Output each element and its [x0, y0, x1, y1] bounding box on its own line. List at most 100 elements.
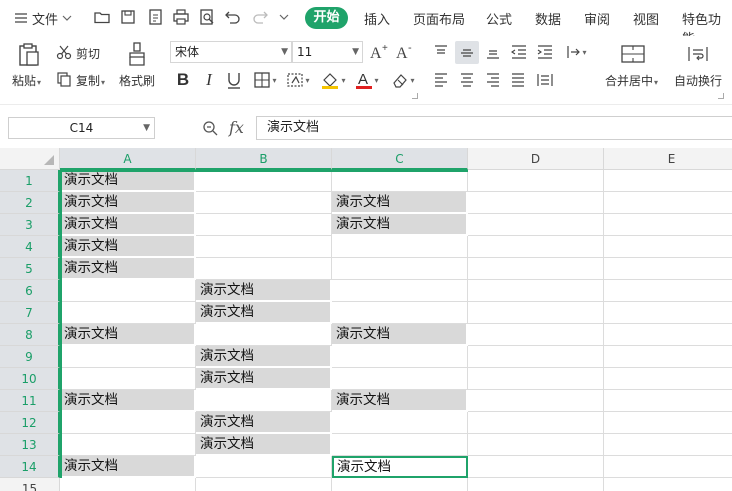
cell-c1[interactable]: [332, 170, 468, 192]
cell-e1[interactable]: [604, 170, 732, 192]
cell-b2[interactable]: [196, 192, 332, 214]
cell-a4[interactable]: 演示文档: [60, 236, 196, 258]
wrap-text-button[interactable]: 自动换行: [674, 72, 722, 89]
cell-b3[interactable]: [196, 214, 332, 236]
cell-a2[interactable]: 演示文档: [60, 192, 196, 214]
cell-b12[interactable]: 演示文档: [196, 412, 332, 434]
cell-c6[interactable]: [332, 280, 468, 302]
cell-a10[interactable]: [60, 368, 196, 390]
format-painter-button[interactable]: 格式刷: [119, 72, 155, 89]
clear-format-icon[interactable]: ▾: [388, 70, 418, 90]
export-pdf-icon[interactable]: [146, 8, 164, 26]
cell-d10[interactable]: [468, 368, 604, 390]
cell-c14[interactable]: 演示文档: [332, 456, 468, 478]
cell-c15[interactable]: [332, 478, 468, 491]
redo-icon[interactable]: [251, 8, 269, 26]
cell-b10[interactable]: 演示文档: [196, 368, 332, 390]
bold-icon[interactable]: B: [173, 70, 193, 90]
merge-center-button[interactable]: 合并居中▾: [605, 72, 658, 89]
underline-icon[interactable]: [224, 70, 244, 90]
cell-a12[interactable]: [60, 412, 196, 434]
cell-a8[interactable]: 演示文档: [60, 324, 196, 346]
cell-c10[interactable]: [332, 368, 468, 390]
cell-c11[interactable]: 演示文档: [332, 390, 468, 412]
zoom-search-icon[interactable]: [202, 120, 218, 139]
cell-a13[interactable]: [60, 434, 196, 456]
tab-page-layout[interactable]: 页面布局: [413, 9, 465, 28]
cell-style-icon[interactable]: ▾: [284, 70, 312, 90]
tab-home[interactable]: 开始: [305, 7, 348, 29]
cell-b5[interactable]: [196, 258, 332, 280]
undo-icon[interactable]: [224, 8, 242, 26]
cell-e10[interactable]: [604, 368, 732, 390]
font-dialog-launcher[interactable]: [412, 93, 418, 99]
row-header-2[interactable]: 2: [0, 192, 60, 214]
paste-icon[interactable]: [14, 40, 44, 70]
align-top-icon[interactable]: [431, 42, 451, 62]
alignment-dialog-launcher[interactable]: [718, 93, 724, 99]
cell-a11[interactable]: 演示文档: [60, 390, 196, 412]
select-all-corner[interactable]: [0, 148, 60, 170]
row-header-4[interactable]: 4: [0, 236, 60, 258]
column-header-e[interactable]: E: [604, 148, 732, 170]
cell-e2[interactable]: [604, 192, 732, 214]
copy-button[interactable]: 复制▾: [76, 72, 105, 89]
cell-d8[interactable]: [468, 324, 604, 346]
text-direction-icon[interactable]: ▾: [562, 42, 590, 62]
cell-e6[interactable]: [604, 280, 732, 302]
cell-a5[interactable]: 演示文档: [60, 258, 196, 280]
cell-e13[interactable]: [604, 434, 732, 456]
cell-c2[interactable]: 演示文档: [332, 192, 468, 214]
more-icon[interactable]: [277, 8, 291, 26]
cell-e7[interactable]: [604, 302, 732, 324]
increase-font-size-icon[interactable]: A +: [369, 42, 389, 62]
tab-insert[interactable]: 插入: [364, 9, 390, 28]
cell-e12[interactable]: [604, 412, 732, 434]
cell-e9[interactable]: [604, 346, 732, 368]
cell-b14[interactable]: [196, 456, 332, 478]
cell-d1[interactable]: [468, 170, 604, 192]
cell-b8[interactable]: [196, 324, 332, 346]
row-header-1[interactable]: 1: [0, 170, 60, 192]
font-name-select[interactable]: 宋体 ▼: [170, 41, 292, 63]
distributed-align-icon[interactable]: [534, 70, 556, 90]
cell-b9[interactable]: 演示文档: [196, 346, 332, 368]
cell-b6[interactable]: 演示文档: [196, 280, 332, 302]
column-header-c[interactable]: C: [332, 148, 468, 170]
cell-d15[interactable]: [468, 478, 604, 491]
borders-icon[interactable]: ▾: [251, 70, 279, 90]
cell-d6[interactable]: [468, 280, 604, 302]
tab-view[interactable]: 视图: [633, 9, 659, 28]
increase-indent-icon[interactable]: [534, 42, 556, 62]
cell-d14[interactable]: [468, 456, 604, 478]
cell-c12[interactable]: [332, 412, 468, 434]
cell-d4[interactable]: [468, 236, 604, 258]
cell-e4[interactable]: [604, 236, 732, 258]
row-header-13[interactable]: 13: [0, 434, 60, 456]
font-color-icon[interactable]: A ▾: [353, 70, 381, 90]
cell-d11[interactable]: [468, 390, 604, 412]
tab-formulas[interactable]: 公式: [486, 9, 512, 28]
cell-d5[interactable]: [468, 258, 604, 280]
align-right-icon[interactable]: [483, 70, 503, 90]
column-header-d[interactable]: D: [468, 148, 604, 170]
align-middle-icon[interactable]: [455, 41, 479, 64]
column-header-b[interactable]: B: [196, 148, 332, 170]
cell-c7[interactable]: [332, 302, 468, 324]
cell-c13[interactable]: [332, 434, 468, 456]
cell-c3[interactable]: 演示文档: [332, 214, 468, 236]
cell-a7[interactable]: [60, 302, 196, 324]
open-folder-icon[interactable]: [93, 8, 111, 26]
spreadsheet-grid[interactable]: A B C D E 1 演示文档 2 演示文档 演示文档 3 演示文档 演示文档 4 演示文档 5 演示文档 6 演…: [0, 148, 732, 491]
row-header-6[interactable]: 6: [0, 280, 60, 302]
row-header-11[interactable]: 11: [0, 390, 60, 412]
insert-function-icon[interactable]: fx: [229, 118, 244, 137]
font-size-select[interactable]: 11 ▼: [292, 41, 363, 63]
formula-input[interactable]: 演示文档: [256, 116, 732, 140]
justify-icon[interactable]: [508, 70, 528, 90]
cell-a15[interactable]: [60, 478, 196, 491]
decrease-font-size-icon[interactable]: A-: [395, 42, 415, 62]
tab-data[interactable]: 数据: [535, 9, 561, 28]
align-left-icon[interactable]: [431, 70, 451, 90]
row-header-9[interactable]: 9: [0, 346, 60, 368]
